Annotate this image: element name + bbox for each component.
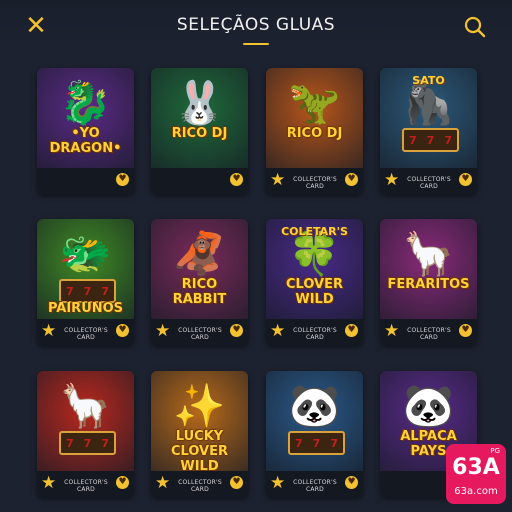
collector-card-label: COLLECTOR'S CARD: [407, 327, 451, 341]
slot-reels-icon: 777: [59, 431, 116, 455]
game-title: RICO DJ: [171, 126, 228, 141]
game-character-icon: 🐰: [173, 78, 226, 127]
game-character-icon: ✨: [173, 381, 226, 430]
star-icon: ★: [384, 321, 400, 341]
game-title: RICO DJ: [286, 126, 343, 141]
collector-card-label: COLLECTOR'S CARD: [293, 327, 337, 341]
game-title: FERARITOS: [387, 277, 470, 292]
game-character-icon: 🦙: [59, 381, 112, 430]
card-footer: ★ COLLECTOR'S CARD ♥: [151, 319, 248, 345]
coin-icon[interactable]: ♥: [116, 173, 129, 186]
game-character-icon: 🦖: [288, 78, 341, 127]
collector-card-label: COLLECTOR'S CARD: [178, 479, 222, 493]
coin-icon[interactable]: ♥: [345, 173, 358, 186]
slot-reels-icon: 777: [402, 128, 459, 152]
star-icon: ★: [155, 473, 171, 493]
game-character-icon: 🦧: [173, 229, 226, 278]
coin-icon[interactable]: ♥: [459, 173, 472, 186]
slot-reels-icon: 777: [288, 431, 345, 455]
game-character-icon: 🐲: [59, 229, 112, 278]
star-icon: ★: [41, 321, 57, 341]
game-title: •YO DRAGON•: [49, 126, 122, 156]
star-icon: ★: [384, 170, 400, 190]
coin-icon[interactable]: ♥: [230, 173, 243, 186]
star-icon: ★: [155, 321, 171, 341]
game-card[interactable]: 🦙 FERARITOS ★ COLLECTOR'S CARD ♥: [380, 219, 477, 345]
game-card[interactable]: 🦧 RICO RABBIT ★ COLLECTOR'S CARD ♥: [151, 219, 248, 345]
game-card[interactable]: 🐲 7 7 7 PAIRUNOS ★ COLLECTOR'S CARD ♥: [37, 219, 134, 345]
game-character-icon: 🦙: [402, 229, 455, 278]
collector-card-label: COLLECTOR'S CARD: [293, 176, 337, 190]
card-footer: ★ COLLECTOR'S CARD ♥: [266, 168, 363, 194]
star-icon: ★: [270, 473, 286, 493]
collector-card-label: COLLECTOR'S CARD: [178, 327, 222, 341]
card-footer: ♥: [37, 168, 134, 194]
coin-icon[interactable]: ♥: [230, 476, 243, 489]
game-tagline: SATO: [412, 74, 445, 87]
game-card[interactable]: 🐉 •YO DRAGON• ♥: [37, 68, 134, 194]
coin-icon[interactable]: ♥: [230, 324, 243, 337]
coin-icon[interactable]: ♥: [116, 324, 129, 337]
card-footer: ★ COLLECTOR'S CARD ♥: [380, 168, 477, 194]
card-footer: ★ COLLECTOR'S CARD ♥: [151, 471, 248, 497]
collector-card-label: COLLECTOR'S CARD: [407, 176, 451, 190]
game-character-icon: 🐼: [402, 381, 455, 430]
coin-icon[interactable]: ♥: [345, 324, 358, 337]
game-title: LUCKY CLOVER WILD: [170, 429, 228, 474]
coin-icon[interactable]: ♥: [116, 476, 129, 489]
card-footer: ★ COLLECTOR'S CARD ♥: [380, 319, 477, 345]
collector-card-label: COLLECTOR'S CARD: [64, 327, 108, 341]
card-footer: ★ COLLECTOR'S CARD ♥: [37, 471, 134, 497]
game-card[interactable]: 🦖 RICO DJ ★ COLLECTOR'S CARD ♥: [266, 68, 363, 194]
watermark-small-label: PG: [490, 447, 500, 455]
card-footer: ♥: [151, 168, 248, 194]
star-icon: ★: [270, 321, 286, 341]
game-title: CLOVER WILD: [285, 277, 343, 307]
game-tagline: COLETAR'S: [281, 225, 348, 238]
game-title: PAIRUNOS: [47, 301, 124, 316]
watermark-domain: 63a.com: [454, 486, 498, 497]
collector-card-label: COLLECTOR'S CARD: [64, 479, 108, 493]
game-card[interactable]: ✨ LUCKY CLOVER WILD ★ COLLECTOR'S CARD ♥: [151, 371, 248, 497]
card-footer: ★ COLLECTOR'S CARD ♥: [37, 319, 134, 345]
game-card[interactable]: 🐼 7 7 7 ★ COLLECTOR'S CARD ♥: [266, 371, 363, 497]
game-card[interactable]: 🦍 SATO 7 7 7 ★ COLLECTOR'S CARD ♥: [380, 68, 477, 194]
game-character-icon: 🐉: [59, 78, 112, 127]
coin-icon[interactable]: ♥: [459, 324, 472, 337]
game-character-icon: 🐼: [288, 381, 341, 430]
watermark-brand: 63A: [452, 455, 500, 480]
collector-card-label: COLLECTOR'S CARD: [293, 479, 337, 493]
site-watermark-logo: PG 63A 63a.com: [446, 444, 506, 504]
game-card[interactable]: 🐰 RICO DJ ♥: [151, 68, 248, 194]
card-footer: ★ COLLECTOR'S CARD ♥: [266, 319, 363, 345]
star-icon: ★: [270, 170, 286, 190]
game-title: RICO RABBIT: [172, 277, 227, 307]
card-footer: ★ COLLECTOR'S CARD ♥: [266, 471, 363, 497]
game-card[interactable]: 🦙 7 7 7 ★ COLLECTOR'S CARD ♥: [37, 371, 134, 497]
coin-icon[interactable]: ♥: [345, 476, 358, 489]
game-grid: 🐉 •YO DRAGON• ♥ 🐰 RICO DJ ♥ 🦖 RICO DJ ★ COLLECTOR…: [0, 0, 512, 512]
game-card[interactable]: 🍀 COLETAR'S CLOVER WILD ★ COLLECTOR'S CARD ♥: [266, 219, 363, 345]
star-icon: ★: [41, 473, 57, 493]
slot-reels-icon: 777: [59, 279, 116, 303]
